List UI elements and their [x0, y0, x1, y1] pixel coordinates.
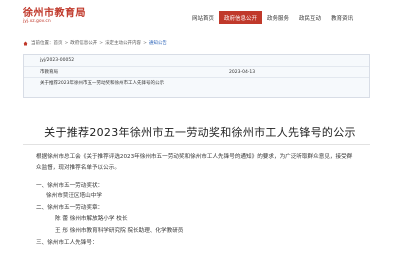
article-line: 一、徐州市五一劳动奖状：: [36, 183, 104, 189]
nav-gov-info-disclosure[interactable]: 政府信息公开: [219, 11, 263, 24]
article-intro: 根据徐州市总工会《关于推荐评选2023年徐州市五一劳动奖和徐州市工人先锋号的通知…: [36, 154, 353, 171]
meta-row-name: 关于推荐2023年徐州市五一劳动奖和徐州市工人先锋号的公示: [24, 77, 369, 89]
document-meta-box: jyj/2023-00052 市教育局 2023-04-13 关于推荐2023年…: [23, 54, 370, 98]
home-icon: [23, 41, 28, 45]
article-line: 二、徐州市五一劳动奖章：: [36, 205, 104, 211]
nav-education-news[interactable]: 教育资讯: [326, 11, 358, 24]
main-nav: 网站首页 政府信息公开 政务服务 政民互动 教育资讯: [187, 11, 358, 24]
nav-interaction[interactable]: 政民互动: [294, 11, 326, 24]
nav-home[interactable]: 网站首页: [187, 11, 219, 24]
meta-organization: 市教育局: [40, 70, 58, 76]
breadcrumb-notices[interactable]: 通知公告: [149, 40, 167, 46]
article-title: 关于推荐2023年徐州市五一劳动奖和徐州市工人先锋号的公示: [44, 126, 356, 139]
article-line: 徐州市贾汪区塔山中学: [46, 193, 102, 199]
article-line: 三、徐州市工人先锋号：: [36, 240, 98, 246]
breadcrumb: 当前位置： 首页 > 政府信息公开 > 法定主动公开内容 > 通知公告: [23, 40, 167, 46]
meta-index-number: jyj/2023-00052: [40, 57, 75, 63]
site-logo[interactable]: 徐州市教育局 jyj.xz.gov.cn: [23, 8, 86, 25]
article-line: 王 彤 徐州市教育科学研究院 院长助理、化学教研员: [55, 228, 184, 234]
meta-row-org-date: 市教育局 2023-04-13: [24, 66, 369, 78]
breadcrumb-home[interactable]: 首页: [54, 40, 63, 46]
breadcrumb-separator: >: [99, 40, 104, 46]
site-header: 徐州市教育局 jyj.xz.gov.cn 网站首页 政府信息公开 政务服务 政民…: [0, 0, 400, 36]
site-url: jyj.xz.gov.cn: [23, 19, 51, 24]
breadcrumb-separator: >: [143, 40, 147, 46]
meta-date: 2023-04-13: [229, 69, 256, 75]
meta-document-name: 关于推荐2023年徐州市五一劳动奖和徐州市工人先锋号的公示: [40, 81, 164, 87]
nav-gov-services[interactable]: 政务服务: [262, 11, 294, 24]
title-divider: [23, 144, 370, 145]
article-line: 陈 蕾 徐州市解放路小学 校长: [55, 216, 128, 222]
breadcrumb-label: 当前位置：: [31, 41, 54, 46]
site-title: 徐州市教育局: [23, 8, 86, 19]
meta-row-index: jyj/2023-00052: [24, 55, 369, 66]
breadcrumb-separator: >: [64, 40, 69, 46]
breadcrumb-gov-info[interactable]: 政府信息公开: [70, 40, 97, 46]
breadcrumb-statutory[interactable]: 法定主动公开内容: [105, 40, 141, 46]
